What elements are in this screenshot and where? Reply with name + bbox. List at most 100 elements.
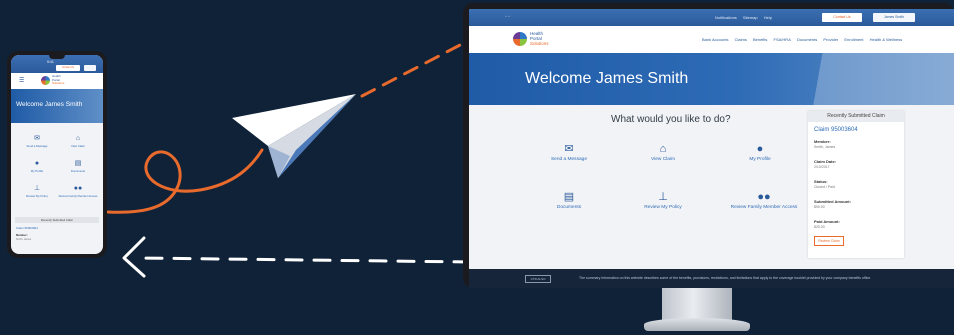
recent-claim-panel: Recently Submitted Claim Claim 95003604 …: [808, 111, 904, 258]
white-dashed-return-path: [138, 256, 472, 264]
field-submitted-label: Submitted Amount:: [814, 199, 851, 204]
orange-loop-path: [106, 148, 264, 214]
mobile-topbar: 9:41 Contact Us: [11, 55, 103, 73]
user-icon: ●: [34, 160, 40, 167]
mobile-contact-button[interactable]: Contact Us: [56, 65, 80, 71]
health-portal-logo[interactable]: Health Portal Solutions: [513, 31, 573, 49]
field-member-label: Member:: [814, 139, 831, 144]
user-icon: ●: [756, 143, 764, 155]
document-icon: ▤: [74, 160, 82, 167]
recent-claim-number[interactable]: Claim 95003604: [814, 127, 858, 133]
topbar-dots-icon: ◦ ◦: [505, 14, 510, 20]
logo-mark-icon: [41, 76, 50, 85]
topbar-link-sitemap[interactable]: Sitemap: [743, 15, 758, 20]
contact-us-button[interactable]: Contact Us: [822, 13, 862, 22]
mobile-claim-number[interactable]: Claim 95003604: [16, 226, 38, 230]
tile-send-message[interactable]: ✉ Send a Message: [529, 143, 609, 162]
promo-scene: ◦ ◦ Notifications Sitemap Help Contact U…: [0, 0, 954, 335]
family-icon: ●●: [73, 185, 83, 192]
banner-stripe: [754, 53, 954, 105]
review-claim-button[interactable]: Review Claim: [814, 236, 844, 246]
nav-item-provider[interactable]: Provider: [823, 37, 838, 42]
field-status-label: Status:: [814, 179, 828, 184]
nav-item-enrollment[interactable]: Enrollment: [844, 37, 863, 42]
mobile-recent-claim-header: Recently Submitted Claim: [15, 217, 99, 223]
welcome-banner: Welcome James Smith: [469, 53, 954, 105]
mobile-member-label: Member:: [16, 233, 28, 237]
tile-label: Send a Message: [26, 144, 48, 148]
desktop-navbar: Health Portal Solutions Bank Accounts Cl…: [469, 26, 954, 53]
mobile-phone: 9:41 Contact Us ☰ Health Portal Solution…: [7, 51, 107, 258]
inbox-icon: ⌂: [659, 143, 667, 155]
footer-badge: CTR ALSO: [525, 275, 551, 283]
mobile-navbar: ☰ Health Portal Solutions: [11, 73, 103, 89]
logo-text: Health Portal Solutions: [530, 31, 549, 46]
inbox-icon: ⌂: [75, 135, 81, 142]
tile-label: Send a Message: [550, 157, 587, 162]
family-icon: ●●: [757, 191, 771, 203]
nav-item-bank-accounts[interactable]: Bank Accounts: [702, 37, 728, 42]
nav-item-documents[interactable]: Documents: [797, 37, 817, 42]
pin-icon: ⊥: [658, 191, 668, 203]
tile-view-claim[interactable]: ⌂ View Claim: [623, 143, 703, 162]
mobile-welcome-banner: Welcome James Smith: [11, 89, 103, 123]
mobile-tile-documents[interactable]: ▤ Documents: [58, 160, 98, 173]
mobile-member-value: Smith, James: [16, 238, 32, 241]
nav-item-fsa-hra[interactable]: FSA/HRA: [774, 37, 791, 42]
monitor-base: [644, 318, 750, 331]
field-paid-value: $20.00: [814, 225, 825, 229]
field-member-value: Smith, James: [814, 145, 836, 149]
logo-line-3: Solutions: [530, 41, 549, 46]
mobile-tile-send-message[interactable]: ✉ Send a Message: [17, 135, 57, 148]
desktop-main: What would you like to do? ✉ Send a Mess…: [469, 105, 954, 269]
mobile-tile-family-access[interactable]: ●● Review Family Member Access: [58, 185, 98, 198]
welcome-heading: Welcome James Smith: [525, 70, 689, 87]
mobile-screen: 9:41 Contact Us ☰ Health Portal Solution…: [11, 55, 103, 254]
tile-label: View Claim: [651, 157, 675, 162]
phone-notch: [49, 55, 65, 59]
tile-family-access[interactable]: ●● Review Family Member Access: [720, 191, 808, 210]
tile-label: Review Family Member Access: [730, 205, 798, 210]
topbar-link-help[interactable]: Help: [764, 15, 772, 20]
topbar-link-notifications[interactable]: Notifications: [715, 15, 737, 20]
topbar-links: Notifications Sitemap Help: [715, 15, 777, 20]
tile-my-profile[interactable]: ● My Profile: [720, 143, 800, 162]
tile-documents[interactable]: ▤ Documents: [529, 191, 609, 210]
desktop-monitor: ◦ ◦ Notifications Sitemap Help Contact U…: [463, 3, 954, 288]
mobile-tile-review-policy[interactable]: ⊥ Review My Policy: [17, 185, 57, 198]
field-claim-date-label: Claim Date:: [814, 159, 837, 164]
tile-label: My Profile: [749, 157, 771, 162]
tile-label: Review My Policy: [26, 194, 48, 198]
nav-item-claims[interactable]: Claims: [735, 37, 747, 42]
tile-label: Documents: [70, 169, 86, 173]
tile-label: Review Family Member Access: [58, 194, 98, 198]
hamburger-menu-icon[interactable]: ☰: [19, 77, 24, 84]
field-paid-label: Paid Amount:: [814, 219, 840, 224]
user-menu-button[interactable]: James Smith: [873, 13, 915, 22]
field-claim-date-value: 2/10/2017: [814, 165, 830, 169]
desktop-screen: ◦ ◦ Notifications Sitemap Help Contact U…: [469, 9, 954, 288]
monitor-neck: [662, 288, 732, 322]
mobile-tile-view-claim[interactable]: ⌂ View Claim: [58, 135, 98, 148]
tile-label: Review My Policy: [644, 205, 682, 210]
orange-dashed-path: [360, 42, 464, 98]
mobile-tile-my-profile[interactable]: ● My Profile: [17, 160, 57, 173]
field-submitted-value: $90.00: [814, 205, 825, 209]
recent-claim-header: Recently Submitted Claim: [808, 111, 904, 122]
document-icon: ▤: [563, 191, 575, 203]
footer-disclaimer: The summary information on this website …: [579, 276, 872, 280]
mobile-user-button[interactable]: [84, 65, 96, 71]
tile-review-policy[interactable]: ⊥ Review My Policy: [623, 191, 703, 210]
arrow-head-icon: [122, 236, 146, 278]
action-question: What would you like to do?: [611, 114, 731, 125]
tile-label: Documents: [556, 205, 582, 210]
nav-item-benefits[interactable]: Benefits: [753, 37, 767, 42]
mobile-logo-text[interactable]: Health Portal Solutions: [52, 74, 65, 86]
logo-line-3: Solutions: [52, 81, 65, 85]
mobile-welcome-heading: Welcome James Smith: [16, 101, 83, 108]
envelope-icon: ✉: [34, 135, 40, 142]
tile-label: View Claim: [71, 144, 85, 148]
nav-item-health-wellness[interactable]: Health & Wellness: [870, 37, 903, 42]
field-status-value: Closed / Paid: [814, 185, 835, 189]
tile-label: My Profile: [30, 169, 44, 173]
